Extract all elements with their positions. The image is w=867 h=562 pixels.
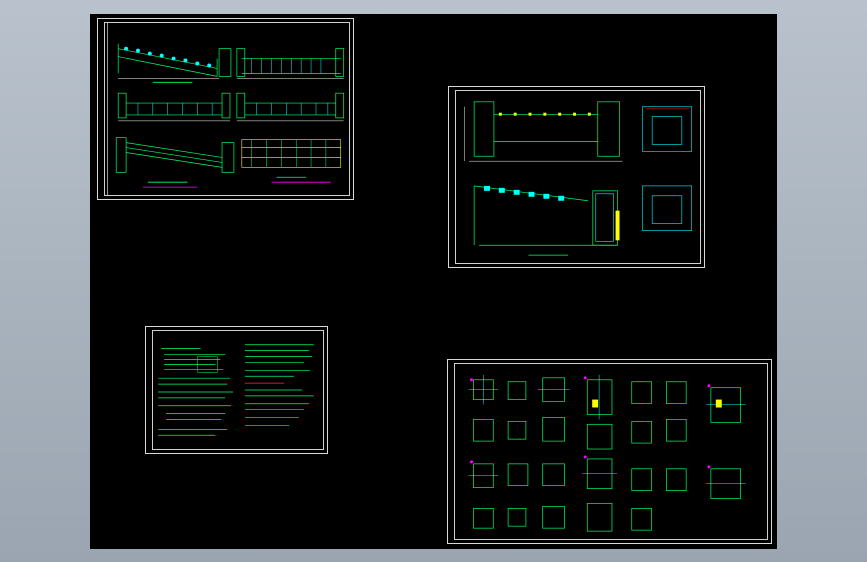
general-notes-text — [158, 344, 314, 436]
drawing-sheet-notes[interactable] — [145, 326, 328, 454]
elevation-drawings — [107, 22, 345, 196]
cad-model-space[interactable] — [90, 14, 777, 549]
section-drawings — [464, 101, 693, 256]
connection-details — [468, 374, 746, 532]
drawing-sheet-details[interactable] — [447, 359, 772, 544]
drawing-sheet-elevations[interactable] — [97, 18, 354, 200]
drawing-sheet-sections[interactable] — [448, 86, 705, 268]
